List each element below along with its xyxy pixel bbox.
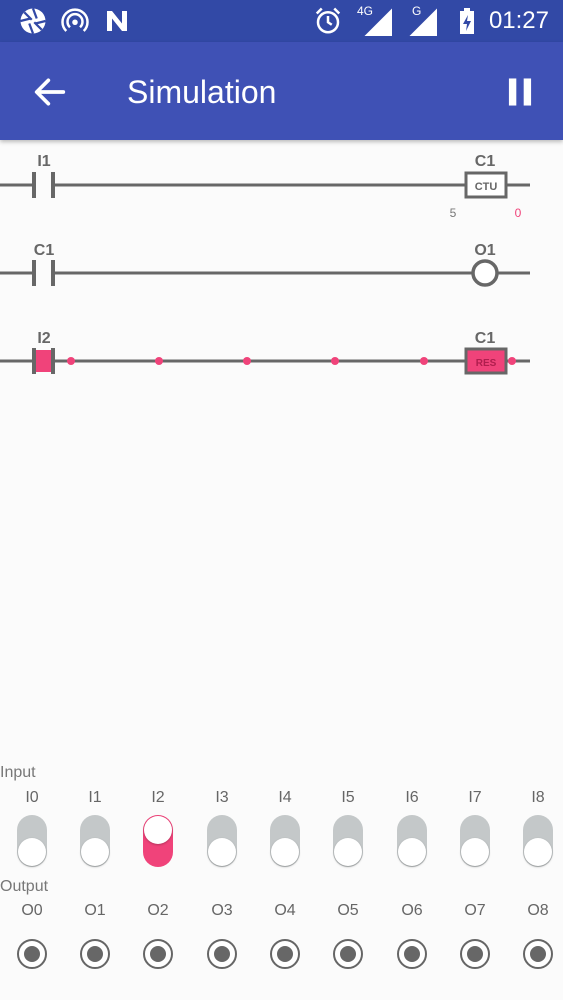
n-logo-icon [107,11,127,31]
switch-knob [461,838,489,866]
power-flow-dot [508,357,516,365]
input-section-label: Input [0,764,36,781]
counter-value: 0 [515,206,522,220]
hotspot-icon [61,8,89,32]
output-indicator-o0 [17,939,47,969]
power-flow-dot [420,357,428,365]
input-label-i6: I6 [405,789,419,806]
rung-1-counter-text: CTU [475,181,498,193]
ladder-diagram: I1 CTU C1 5 0 C1 O1 I2 RES C1 [0,153,530,375]
input-label-i7: I7 [468,789,482,806]
indicator-dot [24,946,40,962]
input-switch-i6[interactable] [397,815,427,867]
input-label-i0: I0 [25,789,39,806]
switch-knob [144,816,172,844]
rung-2-output-label: O1 [474,242,495,259]
input-label-i1: I1 [88,789,102,806]
alarm-icon [315,7,341,34]
indicator-dot [150,946,166,962]
input-label-i5: I5 [341,789,355,806]
switch-knob [524,838,552,866]
output-label-o4: O4 [274,902,296,919]
output-indicator-o7 [460,939,490,969]
output-indicator-o1 [80,939,110,969]
pause-icon[interactable] [505,76,535,108]
page-title: Simulation [127,74,277,110]
rung-3-contact-label: I2 [37,330,50,347]
rung-3-contact[interactable] [32,348,55,374]
rung-1-counter-block[interactable]: CTU [464,171,508,199]
rung-2: C1 O1 [0,242,530,287]
switch-knob [18,838,46,866]
output-label-o6: O6 [401,902,423,919]
switch-knob [398,838,426,866]
switch-knob [334,838,362,866]
input-switch-i1[interactable] [80,815,110,867]
rung-1-output-label: C1 [475,153,496,170]
output-indicator-o4 [270,939,300,969]
arrow-left-icon[interactable] [30,72,70,112]
output-label-o7: O7 [464,902,486,919]
rung-1-contact-label: I1 [37,153,50,170]
counter-preset: 5 [450,206,457,220]
rung-3: I2 RES C1 [0,330,530,375]
rung-3-reset-text: RES [476,358,497,369]
output-indicator-o3 [207,939,237,969]
status-bar: 4G G 01:27 [0,0,563,42]
input-switch-i5[interactable] [333,815,363,867]
output-label-o8: O8 [527,902,549,919]
output-label-o5: O5 [337,902,359,919]
rung-1-contact[interactable] [32,172,55,198]
output-label-o1: O1 [84,902,106,919]
switch-knob [81,838,109,866]
power-flow-dot [67,357,75,365]
rung-2-contact-label: C1 [34,242,55,259]
power-flow-dot [155,357,163,365]
signal-4g-icon [364,8,392,36]
input-label-i8: I8 [531,789,545,806]
aperture-icon [20,8,46,34]
output-indicator-o2 [143,939,173,969]
switch-knob [271,838,299,866]
power-flow-dot [331,357,339,365]
indicator-dot [404,946,420,962]
battery-charging-icon [460,8,474,34]
app-root: 4G G 01:27 Simulation I1 CTU C1 5 0 C1 O… [0,0,563,1000]
indicator-dot [467,946,483,962]
output-section-label: Output [0,878,49,895]
output-indicator-o6 [397,939,427,969]
rung-2-contact[interactable] [32,260,55,286]
input-switch-i8[interactable] [523,815,553,867]
indicator-dot [340,946,356,962]
output-indicator-o8 [523,939,553,969]
input-switch-i0[interactable] [17,815,47,867]
rung-1: I1 CTU C1 5 0 [0,153,530,220]
rung-3-output-label: C1 [475,330,496,347]
rung-3-reset-block[interactable]: RES [464,347,508,375]
input-label-i4: I4 [278,789,292,806]
output-label-o0: O0 [21,902,43,919]
output-label-o2: O2 [147,902,169,919]
indicator-dot [87,946,103,962]
output-label-o3: O3 [211,902,233,919]
input-label-i3: I3 [215,789,229,806]
output-indicator-o5 [333,939,363,969]
input-switch-i7[interactable] [460,815,490,867]
power-flow-dot [243,357,251,365]
input-switch-i3[interactable] [207,815,237,867]
input-switch-i2[interactable] [143,815,173,867]
input-label-i2: I2 [151,789,165,806]
indicator-dot [530,946,546,962]
input-switch-i4[interactable] [270,815,300,867]
signal-g-icon [409,8,437,36]
indicator-dot [277,946,293,962]
status-time: 01:27 [488,7,549,34]
switch-knob [208,838,236,866]
app-bar: Simulation [0,42,563,140]
io-panel: Input I0 I1 I2 I3 I4 I5 I6 I7 I8 Output O0 O1 O2 O3… [0,760,563,1000]
rung-2-coil[interactable] [471,259,499,287]
indicator-dot [214,946,230,962]
